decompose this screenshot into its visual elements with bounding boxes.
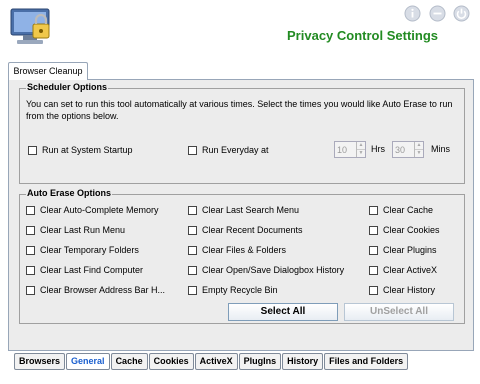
tab-history[interactable]: History bbox=[282, 353, 324, 370]
checkbox-label: Clear Cookies bbox=[383, 225, 440, 235]
clear-files-folders-checkbox[interactable]: Clear Files & Folders bbox=[188, 245, 286, 255]
tab-browser-cleanup[interactable]: Browser Cleanup bbox=[8, 62, 88, 80]
clear-history-checkbox[interactable]: Clear History bbox=[369, 285, 435, 295]
clear-browser-address-bar-checkbox[interactable]: Clear Browser Address Bar H... bbox=[26, 285, 165, 295]
scheduler-options-title: Scheduler Options bbox=[26, 82, 109, 92]
clear-last-find-computer-checkbox[interactable]: Clear Last Find Computer bbox=[26, 265, 143, 275]
checkbox-label: Clear ActiveX bbox=[383, 265, 438, 275]
bottom-tab-bar: Browsers General Cache Cookies ActiveX P… bbox=[14, 353, 409, 370]
checkbox-label: Clear Files & Folders bbox=[202, 245, 287, 255]
spin-up-icon[interactable]: ▲ bbox=[357, 142, 365, 149]
run-everyday-checkbox[interactable]: Run Everyday at bbox=[188, 145, 269, 155]
checkbox-label: Clear Cache bbox=[383, 205, 434, 215]
checkbox-box[interactable] bbox=[369, 205, 378, 215]
clear-cache-checkbox[interactable]: Clear Cache bbox=[369, 205, 433, 215]
unselect-all-button[interactable]: UnSelect All bbox=[344, 303, 454, 321]
clear-last-search-menu-checkbox[interactable]: Clear Last Search Menu bbox=[188, 205, 299, 215]
checkbox-box[interactable] bbox=[188, 285, 197, 295]
checkbox-label: Empty Recycle Bin bbox=[202, 285, 278, 295]
checkbox-label: Clear Last Find Computer bbox=[40, 265, 144, 275]
checkbox-box[interactable] bbox=[369, 225, 378, 235]
checkbox-label: Clear Recent Documents bbox=[202, 225, 303, 235]
checkbox-label: Run Everyday at bbox=[202, 145, 269, 155]
select-all-button[interactable]: Select All bbox=[228, 303, 338, 321]
hours-value[interactable]: 10 bbox=[335, 145, 356, 155]
scheduler-options-group: Scheduler Options You can set to run thi… bbox=[19, 82, 465, 184]
checkbox-box[interactable] bbox=[26, 285, 35, 295]
checkbox-box[interactable] bbox=[28, 145, 37, 155]
checkbox-label: Clear Temporary Folders bbox=[40, 245, 139, 255]
tab-activex[interactable]: ActiveX bbox=[194, 353, 238, 370]
settings-panel: Scheduler Options You can set to run thi… bbox=[8, 79, 474, 351]
tab-cache[interactable]: Cache bbox=[110, 353, 148, 370]
tab-cookies[interactable]: Cookies bbox=[148, 353, 194, 370]
window-title: Privacy Control Settings bbox=[287, 28, 438, 43]
spin-up-icon[interactable]: ▲ bbox=[415, 142, 423, 149]
checkbox-box[interactable] bbox=[188, 245, 197, 255]
checkbox-label: Clear Last Run Menu bbox=[40, 225, 126, 235]
checkbox-label: Run at System Startup bbox=[42, 145, 133, 155]
clear-last-run-menu-checkbox[interactable]: Clear Last Run Menu bbox=[26, 225, 125, 235]
clear-temporary-folders-checkbox[interactable]: Clear Temporary Folders bbox=[26, 245, 139, 255]
info-icon[interactable] bbox=[404, 5, 421, 22]
tab-browsers[interactable]: Browsers bbox=[14, 353, 66, 370]
checkbox-box[interactable] bbox=[369, 245, 378, 255]
checkbox-box[interactable] bbox=[188, 205, 197, 215]
tab-files-and-folders[interactable]: Files and Folders bbox=[324, 353, 409, 370]
power-icon[interactable] bbox=[453, 5, 470, 22]
clear-cookies-checkbox[interactable]: Clear Cookies bbox=[369, 225, 440, 235]
clear-activex-checkbox[interactable]: Clear ActiveX bbox=[369, 265, 437, 275]
run-at-startup-checkbox[interactable]: Run at System Startup bbox=[28, 145, 133, 155]
auto-erase-options-group: Auto Erase Options Clear Auto-Complete M… bbox=[19, 188, 465, 324]
checkbox-label: Clear Auto-Complete Memory bbox=[40, 205, 159, 215]
scheduler-description: You can set to run this tool automatical… bbox=[26, 99, 453, 121]
clear-open-save-history-checkbox[interactable]: Clear Open/Save Dialogbox History bbox=[188, 265, 344, 275]
checkbox-box[interactable] bbox=[369, 265, 378, 275]
checkbox-box[interactable] bbox=[188, 225, 197, 235]
checkbox-box[interactable] bbox=[26, 245, 35, 255]
checkbox-label: Clear Open/Save Dialogbox History bbox=[202, 265, 345, 275]
checkbox-label: Clear Plugins bbox=[383, 245, 437, 255]
hours-label: Hrs bbox=[371, 144, 385, 154]
checkbox-box[interactable] bbox=[26, 225, 35, 235]
minutes-value[interactable]: 30 bbox=[393, 145, 414, 155]
checkbox-label: Clear Last Search Menu bbox=[202, 205, 300, 215]
checkbox-label: Clear Browser Address Bar H... bbox=[40, 285, 166, 295]
minimize-icon[interactable] bbox=[429, 5, 446, 22]
minutes-spinner[interactable]: 30 ▲ ▼ bbox=[392, 141, 424, 158]
checkbox-box[interactable] bbox=[188, 265, 197, 275]
minutes-label: Mins bbox=[431, 144, 451, 154]
app-logo bbox=[9, 6, 55, 50]
hours-spinner[interactable]: 10 ▲ ▼ bbox=[334, 141, 366, 158]
checkbox-box[interactable] bbox=[26, 265, 35, 275]
clear-plugins-checkbox[interactable]: Clear Plugins bbox=[369, 245, 437, 255]
empty-recycle-bin-checkbox[interactable]: Empty Recycle Bin bbox=[188, 285, 278, 295]
clear-recent-documents-checkbox[interactable]: Clear Recent Documents bbox=[188, 225, 303, 235]
checkbox-box[interactable] bbox=[369, 285, 378, 295]
tab-plugins[interactable]: PlugIns bbox=[238, 353, 282, 370]
checkbox-box[interactable] bbox=[26, 205, 35, 215]
spin-down-icon[interactable]: ▼ bbox=[415, 149, 423, 157]
auto-erase-options-title: Auto Erase Options bbox=[26, 188, 113, 198]
checkbox-label: Clear History bbox=[383, 285, 436, 295]
tab-general[interactable]: General bbox=[66, 353, 110, 370]
privacy-control-window: Privacy Control Settings Browser Cleanup… bbox=[0, 0, 480, 384]
spin-down-icon[interactable]: ▼ bbox=[357, 149, 365, 157]
clear-auto-complete-checkbox[interactable]: Clear Auto-Complete Memory bbox=[26, 205, 159, 215]
checkbox-box[interactable] bbox=[188, 145, 197, 155]
